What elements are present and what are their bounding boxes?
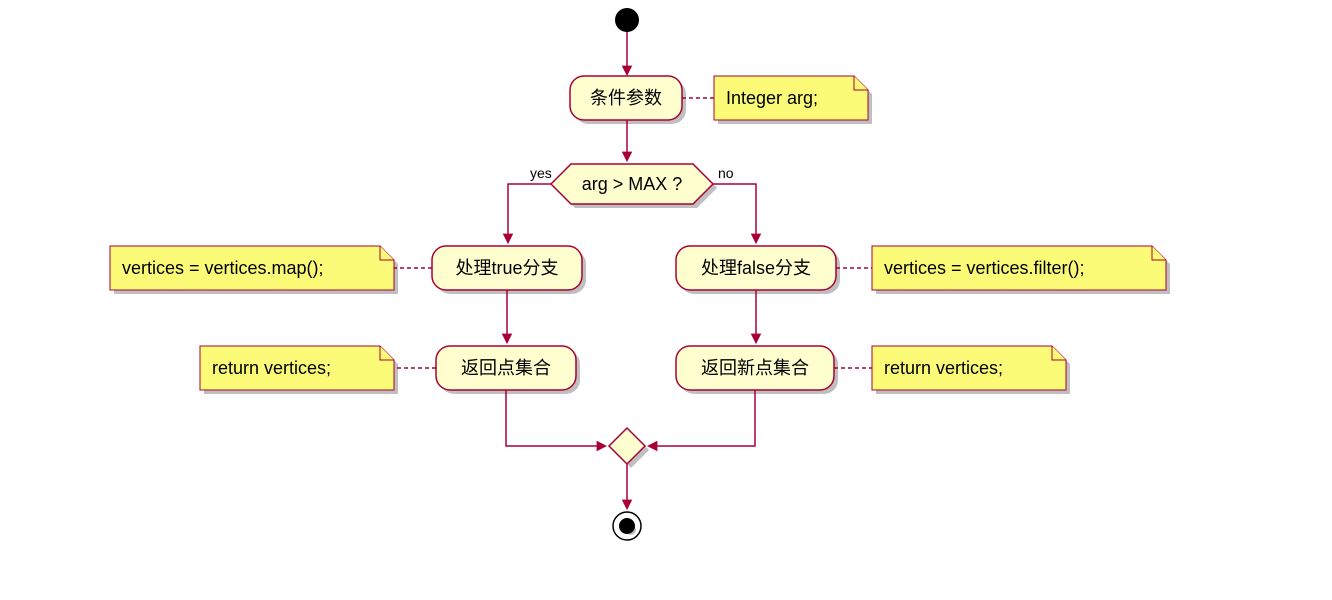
node-handle-false: 处理false分支 bbox=[676, 246, 840, 294]
note-return-vertices-1-text: return vertices; bbox=[212, 358, 331, 378]
node-return-vertices-2: 返回新点集合 bbox=[676, 346, 838, 394]
merge-node bbox=[609, 428, 649, 468]
decision-label: arg > MAX ? bbox=[582, 174, 683, 194]
note-integer-arg-text: Integer arg; bbox=[726, 88, 818, 108]
yes-label: yes bbox=[530, 165, 552, 181]
note-integer-arg: Integer arg; bbox=[714, 76, 872, 124]
note-return-vertices-2-text: return vertices; bbox=[884, 358, 1003, 378]
no-label: no bbox=[718, 165, 734, 181]
node-handle-false-label: 处理false分支 bbox=[701, 258, 811, 278]
note-return-vertices-2: return vertices; bbox=[872, 346, 1070, 394]
note-vertices-map: vertices = vertices.map(); bbox=[110, 246, 398, 294]
decision-arg-gt-max: arg > MAX ? bbox=[551, 164, 717, 208]
note-vertices-map-text: vertices = vertices.map(); bbox=[122, 258, 324, 278]
node-condition-param: 条件参数 bbox=[570, 76, 686, 124]
node-return-vertices-1-label: 返回点集合 bbox=[461, 358, 551, 378]
note-vertices-filter-text: vertices = vertices.filter(); bbox=[884, 258, 1085, 278]
end-node bbox=[613, 512, 641, 540]
node-return-vertices-2-label: 返回新点集合 bbox=[701, 358, 809, 378]
node-handle-true-label: 处理true分支 bbox=[455, 258, 558, 278]
flowchart-diagram: 条件参数 Integer arg; arg > MAX ? yes no 处理t… bbox=[0, 0, 1332, 600]
start-node bbox=[615, 8, 639, 32]
note-vertices-filter: vertices = vertices.filter(); bbox=[872, 246, 1170, 294]
note-return-vertices-1: return vertices; bbox=[200, 346, 398, 394]
node-return-vertices-1: 返回点集合 bbox=[436, 346, 580, 394]
node-condition-param-label: 条件参数 bbox=[590, 88, 662, 108]
node-handle-true: 处理true分支 bbox=[432, 246, 586, 294]
